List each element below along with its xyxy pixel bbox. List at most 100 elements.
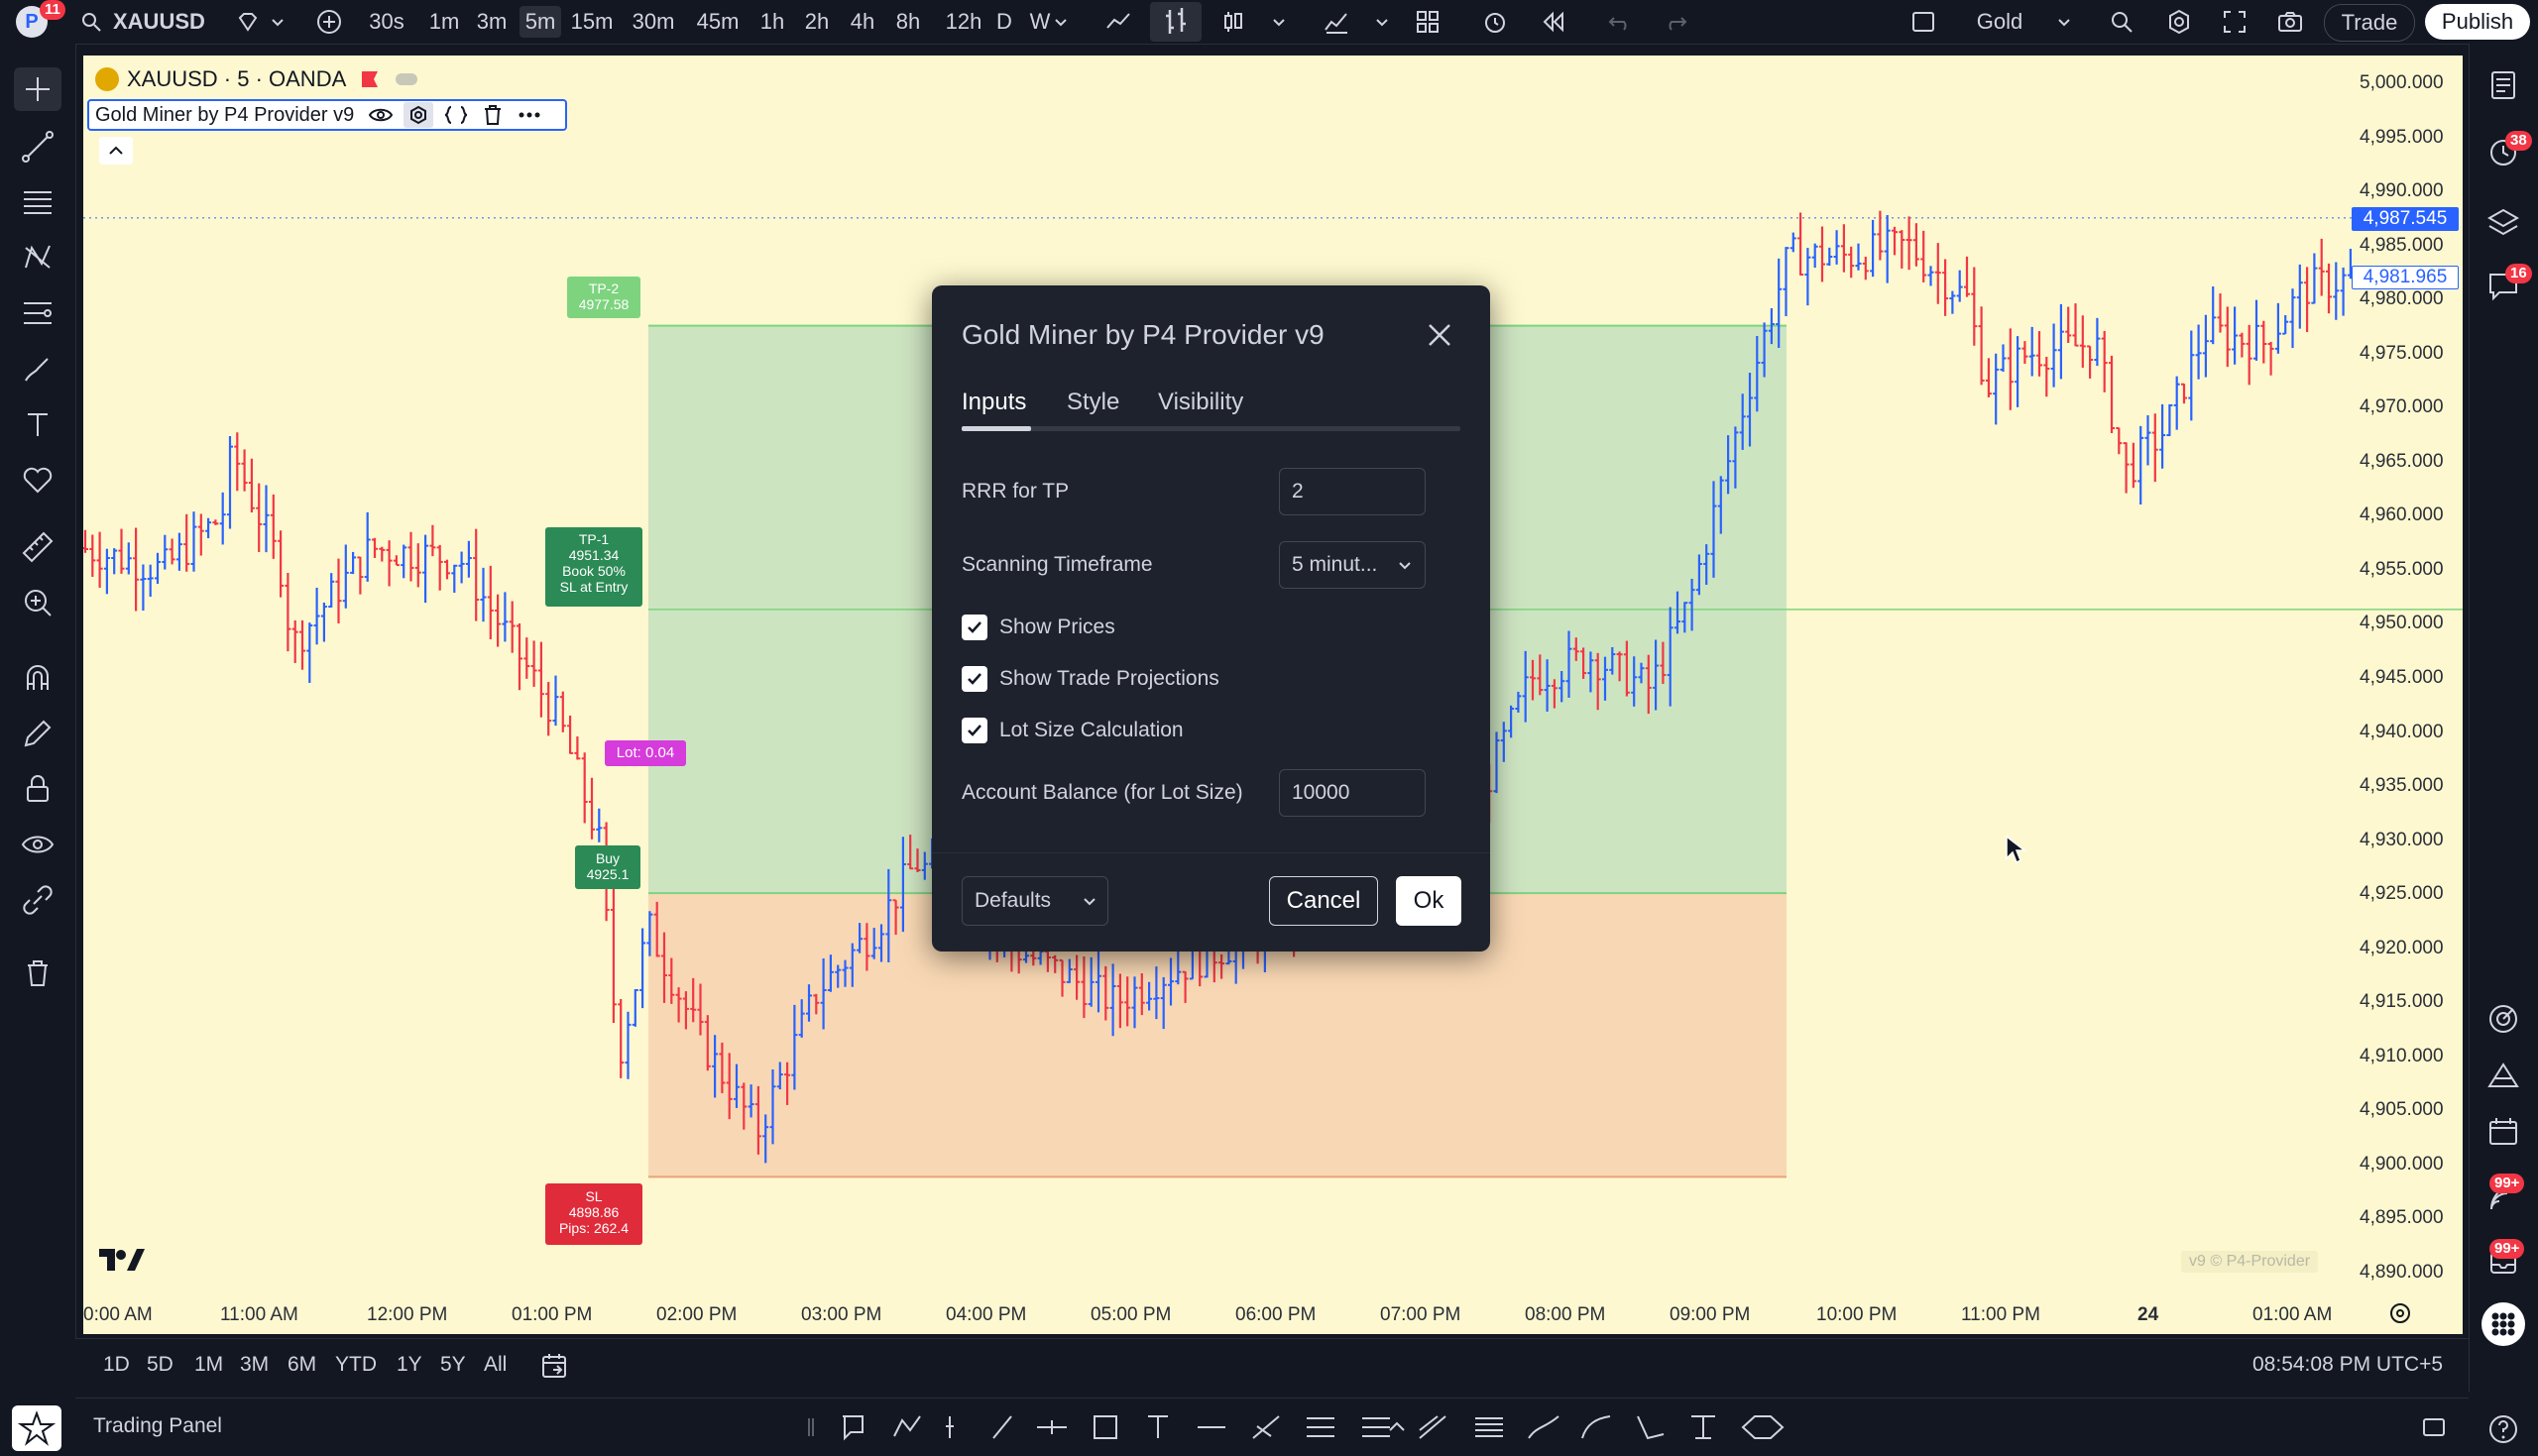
timeframe-45m[interactable]: 45m bbox=[690, 6, 746, 38]
calendar-icon[interactable] bbox=[2485, 1114, 2521, 1150]
account-balance-input[interactable]: 10000 bbox=[1279, 769, 1426, 817]
zoom-in-icon[interactable] bbox=[20, 585, 56, 620]
quick-search-icon[interactable] bbox=[2108, 8, 2135, 36]
trash-icon[interactable] bbox=[20, 955, 56, 991]
link-icon[interactable] bbox=[20, 882, 56, 918]
range-5y[interactable]: 5Y bbox=[440, 1353, 466, 1377]
forecast-icon[interactable] bbox=[20, 295, 56, 331]
redo-icon[interactable] bbox=[1662, 8, 1689, 36]
timeframe-3m[interactable]: 3m bbox=[472, 6, 512, 38]
timeframe-12h[interactable]: 12h bbox=[940, 6, 987, 38]
horizontal-lines-icon[interactable] bbox=[20, 184, 56, 220]
chevron-down-icon[interactable] bbox=[1047, 8, 1075, 36]
layout-name[interactable]: Gold bbox=[1969, 6, 2030, 38]
indicator-legend[interactable]: Gold Miner by P4 Provider v9 bbox=[87, 99, 567, 131]
delete-icon[interactable] bbox=[481, 104, 505, 126]
timeframe-2h[interactable]: 2h bbox=[799, 6, 835, 38]
range-6m[interactable]: 6M bbox=[288, 1353, 316, 1377]
timeframe-4h[interactable]: 4h bbox=[845, 6, 880, 38]
go-to-date-icon[interactable] bbox=[539, 1351, 569, 1381]
magnet-icon[interactable] bbox=[20, 660, 56, 696]
drawing-favorites-toolbar[interactable] bbox=[799, 1406, 1900, 1448]
trend-line-icon[interactable] bbox=[20, 129, 56, 165]
chart-symbol-header[interactable]: XAUUSD · 5 · OANDA bbox=[95, 65, 418, 93]
candles-icon[interactable] bbox=[1219, 8, 1247, 36]
timeframe-1m[interactable]: 1m bbox=[424, 6, 464, 38]
pattern-icon[interactable] bbox=[20, 240, 56, 276]
ruler-icon[interactable] bbox=[20, 529, 56, 565]
camera-icon[interactable] bbox=[2276, 8, 2304, 36]
lock-pencil-icon[interactable] bbox=[20, 716, 56, 751]
target-icon[interactable] bbox=[2485, 1001, 2521, 1037]
crosshair-button[interactable] bbox=[14, 67, 61, 111]
tab-visibility[interactable]: Visibility bbox=[1158, 389, 1243, 416]
settings-button[interactable] bbox=[404, 102, 434, 128]
timeframe-8h[interactable]: 8h bbox=[890, 6, 926, 38]
range-1d[interactable]: 1D bbox=[103, 1353, 130, 1377]
alert-icon[interactable] bbox=[1481, 8, 1509, 36]
lot-size-calculation-checkbox[interactable] bbox=[962, 718, 987, 743]
range-all[interactable]: All bbox=[484, 1353, 507, 1377]
chevron-up-icon[interactable] bbox=[1382, 1412, 1412, 1442]
ideas-icon[interactable] bbox=[2485, 1059, 2521, 1094]
axis-settings-icon[interactable] bbox=[2387, 1300, 2413, 1326]
collapse-pill-icon[interactable] bbox=[396, 73, 418, 85]
tab-inputs[interactable]: Inputs bbox=[962, 389, 1026, 416]
settings-gear-icon[interactable] bbox=[2165, 8, 2193, 36]
eye-icon[interactable] bbox=[368, 104, 394, 126]
source-code-icon[interactable] bbox=[443, 104, 469, 126]
flag-icon[interactable] bbox=[358, 67, 382, 91]
replay-icon[interactable] bbox=[1539, 8, 1566, 36]
help-icon[interactable] bbox=[2485, 1411, 2521, 1447]
more-options-icon[interactable] bbox=[517, 104, 542, 126]
chevron-down-icon[interactable] bbox=[264, 8, 291, 36]
chevron-down-icon[interactable] bbox=[1368, 8, 1396, 36]
lock-icon[interactable] bbox=[20, 771, 56, 807]
chevron-down-icon[interactable] bbox=[2050, 8, 2078, 36]
timeframe-15m[interactable]: 15m bbox=[567, 6, 617, 38]
clock-timezone[interactable]: 08:54:08 PM UTC+5 bbox=[2252, 1353, 2443, 1377]
show-trade-projections-checkbox[interactable] bbox=[962, 666, 987, 692]
bar-chart-type-button[interactable] bbox=[1150, 2, 1202, 42]
heart-icon[interactable] bbox=[20, 462, 56, 498]
apps-grid-button[interactable] bbox=[2481, 1302, 2525, 1346]
brush-icon[interactable] bbox=[20, 351, 56, 387]
layers-icon[interactable] bbox=[2485, 204, 2521, 240]
range-3m[interactable]: 3M bbox=[240, 1353, 269, 1377]
indicators-icon[interactable] bbox=[1323, 8, 1350, 36]
timeframe-30m[interactable]: 30m bbox=[627, 6, 680, 38]
close-icon[interactable] bbox=[1422, 317, 1457, 353]
undo-icon[interactable] bbox=[1606, 8, 1634, 36]
timeframe-1h[interactable]: 1h bbox=[755, 6, 789, 38]
templates-icon[interactable] bbox=[1414, 8, 1442, 36]
add-compare-icon[interactable] bbox=[315, 8, 343, 36]
timeframe-30s[interactable]: 30s bbox=[363, 6, 410, 38]
chevron-down-icon[interactable] bbox=[1265, 8, 1293, 36]
eye-icon[interactable] bbox=[20, 827, 56, 862]
text-tool-icon[interactable] bbox=[20, 406, 56, 442]
fullscreen-icon[interactable] bbox=[2221, 8, 2249, 36]
trading-panel-label[interactable]: Trading Panel bbox=[93, 1414, 222, 1438]
cancel-button[interactable]: Cancel bbox=[1269, 876, 1378, 926]
layout-square-icon[interactable] bbox=[1909, 8, 1937, 36]
range-1y[interactable]: 1Y bbox=[397, 1353, 422, 1377]
range-ytd[interactable]: YTD bbox=[335, 1353, 377, 1377]
timeframe-d[interactable]: D bbox=[991, 6, 1017, 38]
scanning-timeframe-select[interactable]: 5 minut... bbox=[1279, 541, 1426, 589]
publish-button[interactable]: Publish bbox=[2425, 4, 2530, 40]
rrr-input[interactable]: 2 bbox=[1279, 468, 1426, 515]
diamond-icon[interactable] bbox=[234, 8, 262, 36]
symbol-search[interactable]: XAUUSD bbox=[79, 6, 228, 38]
collapse-legend-button[interactable] bbox=[99, 137, 133, 165]
line-chart-icon[interactable] bbox=[1104, 8, 1132, 36]
range-5d[interactable]: 5D bbox=[147, 1353, 173, 1377]
trade-button[interactable]: Trade bbox=[2324, 4, 2415, 42]
tab-style[interactable]: Style bbox=[1067, 389, 1119, 416]
favorites-button[interactable] bbox=[12, 1405, 61, 1451]
watchlist-icon[interactable] bbox=[2485, 67, 2521, 103]
maximize-panel-icon[interactable] bbox=[2419, 1412, 2449, 1442]
ok-button[interactable]: Ok bbox=[1396, 876, 1461, 926]
timeframe-5m[interactable]: 5m bbox=[519, 6, 561, 38]
range-1m[interactable]: 1M bbox=[194, 1353, 223, 1377]
show-prices-checkbox[interactable] bbox=[962, 615, 987, 640]
